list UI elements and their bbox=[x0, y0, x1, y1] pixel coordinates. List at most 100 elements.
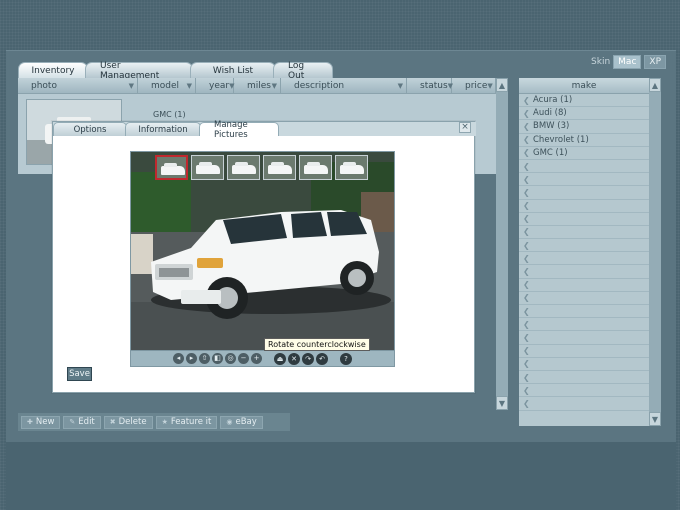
photo-thumbnail[interactable] bbox=[299, 155, 332, 180]
save-button[interactable]: Save bbox=[67, 367, 92, 381]
photo-thumbnail[interactable] bbox=[155, 155, 188, 180]
photo-thumbnail[interactable] bbox=[227, 155, 260, 180]
ebay-button[interactable]: ◉ eBay bbox=[220, 415, 263, 429]
chevron-left-icon: ❮ bbox=[523, 346, 530, 356]
scroll-up-icon[interactable]: ▲ bbox=[496, 78, 508, 92]
col-miles[interactable]: miles ▼ bbox=[234, 78, 281, 93]
list-item: ❮ bbox=[519, 213, 649, 226]
tab-wish-list[interactable]: Wish List bbox=[190, 62, 276, 78]
zoom-out-icon[interactable]: − bbox=[238, 353, 249, 364]
make-scrollbar[interactable]: ▲ ▼ bbox=[649, 78, 661, 426]
list-item: ❮ bbox=[519, 200, 649, 213]
list-item: ❮ bbox=[519, 265, 649, 279]
zoom-in-icon[interactable]: + bbox=[251, 353, 262, 364]
star-icon: ★ bbox=[161, 418, 168, 426]
photo-thumbnail[interactable] bbox=[263, 155, 296, 180]
sort-icon: ▼ bbox=[397, 81, 403, 90]
chevron-left-icon: ❮ bbox=[523, 359, 530, 369]
chevron-left-icon: ❮ bbox=[523, 135, 530, 145]
col-price[interactable]: price ▼ bbox=[452, 78, 496, 93]
pencil-icon: ✎ bbox=[69, 418, 76, 426]
list-item[interactable]: ❮ BMW (3) bbox=[519, 120, 649, 134]
chevron-left-icon: ❮ bbox=[523, 253, 530, 263]
picture-viewer: ◂ ▸ ⇧ ◧ ◎ − + ⏏ ✕ ↷ ↶ ? bbox=[130, 151, 395, 367]
list-item: ❮ bbox=[519, 345, 649, 358]
picture-toolbar: ◂ ▸ ⇧ ◧ ◎ − + ⏏ ✕ ↷ ↶ ? bbox=[131, 350, 394, 366]
scroll-down-icon[interactable]: ▼ bbox=[649, 412, 661, 426]
tab-manage-pictures[interactable]: Manage Pictures bbox=[199, 120, 279, 140]
list-item: ❮ bbox=[519, 318, 649, 332]
feature-button[interactable]: ★ Feature it bbox=[155, 415, 218, 429]
grid-scrollbar[interactable]: ▲ ▼ bbox=[496, 78, 508, 410]
col-photo[interactable]: photo ▼ bbox=[18, 78, 138, 93]
chevron-left-icon: ❮ bbox=[523, 108, 530, 118]
vehicle-photo bbox=[131, 152, 394, 352]
chevron-left-icon: ❮ bbox=[523, 161, 530, 171]
photo-thumbnail[interactable] bbox=[191, 155, 224, 180]
sort-icon: ▼ bbox=[487, 81, 493, 90]
skin-xp-button[interactable]: XP bbox=[644, 55, 666, 69]
help-icon[interactable]: ? bbox=[340, 352, 352, 365]
dialog-tabs: Options Information Manage Pictures bbox=[53, 120, 476, 140]
tab-information[interactable]: Information bbox=[125, 122, 201, 136]
tab-log-out[interactable]: Log Out bbox=[273, 61, 333, 81]
rotate-counterclockwise-icon[interactable]: ↶ bbox=[316, 352, 328, 365]
list-item[interactable]: ❮ Chevrolet (1) bbox=[519, 134, 649, 147]
new-button[interactable]: ✚ New bbox=[21, 415, 61, 429]
sort-icon: ▼ bbox=[271, 81, 277, 90]
col-model[interactable]: model ▼ bbox=[138, 78, 196, 93]
move-right-icon[interactable]: ▸ bbox=[186, 353, 197, 364]
delete-photo-icon[interactable]: ✕ bbox=[288, 352, 300, 365]
tab-inventory[interactable]: Inventory bbox=[18, 62, 88, 78]
chevron-left-icon: ❮ bbox=[523, 306, 530, 316]
scroll-up-icon[interactable]: ▲ bbox=[649, 78, 661, 92]
col-year[interactable]: year ▼ bbox=[196, 78, 234, 93]
chevron-left-icon: ❮ bbox=[523, 280, 530, 290]
upload-icon[interactable]: ⇧ bbox=[199, 353, 210, 364]
scroll-down-icon[interactable]: ▼ bbox=[496, 396, 508, 410]
chevron-left-icon: ❮ bbox=[523, 214, 530, 224]
list-item[interactable]: ❮ Acura (1) bbox=[519, 94, 649, 108]
list-item: ❮ bbox=[519, 279, 649, 292]
edit-button[interactable]: ✎ Edit bbox=[63, 415, 101, 429]
delete-button[interactable]: ✖ Delete bbox=[103, 415, 153, 429]
chevron-left-icon: ❮ bbox=[523, 148, 530, 158]
make-filter-list: make ❮ Acura (1) ❮ Audi (8) ❮ BMW (3) ❮ Chev… bbox=[519, 78, 649, 426]
list-item: ❮ bbox=[519, 305, 649, 319]
sort-icon: ▼ bbox=[186, 81, 192, 90]
chevron-left-icon: ❮ bbox=[523, 267, 530, 277]
tab-user-management[interactable]: User Management bbox=[85, 61, 193, 81]
col-description[interactable]: description ▼ bbox=[281, 78, 407, 93]
list-item: ❮ bbox=[519, 226, 649, 240]
list-item: ❮ bbox=[519, 397, 649, 411]
list-item[interactable]: ❮ GMC (1) bbox=[519, 147, 649, 160]
chevron-left-icon: ❮ bbox=[523, 398, 530, 408]
photo-thumbnail[interactable] bbox=[335, 155, 368, 180]
new-icon: ✚ bbox=[27, 418, 33, 426]
close-icon[interactable]: × bbox=[459, 122, 471, 133]
skin-mac-button[interactable]: Mac bbox=[613, 55, 642, 69]
chevron-left-icon: ❮ bbox=[523, 121, 530, 131]
list-item: ❮ bbox=[519, 252, 649, 266]
action-toolbar: ✚ New ✎ Edit ✖ Delete ★ Feature it ◉ eBay bbox=[18, 413, 290, 431]
move-left-icon[interactable]: ◂ bbox=[173, 353, 184, 364]
crop-icon[interactable]: ◧ bbox=[212, 353, 223, 364]
make-header: make bbox=[519, 78, 649, 94]
list-item[interactable]: ❮ Audi (8) bbox=[519, 107, 649, 121]
model-cell: GMC (1) bbox=[153, 110, 186, 119]
camera-icon[interactable]: ◎ bbox=[225, 353, 236, 364]
chevron-left-icon: ❮ bbox=[523, 187, 530, 197]
thumbnail-strip bbox=[155, 155, 368, 180]
chevron-left-icon: ❮ bbox=[523, 201, 530, 211]
rotate-clockwise-icon[interactable]: ↷ bbox=[302, 352, 314, 365]
chevron-left-icon: ❮ bbox=[523, 372, 530, 382]
tab-options[interactable]: Options bbox=[53, 122, 127, 136]
col-status[interactable]: status ▼ bbox=[407, 78, 453, 93]
eject-icon[interactable]: ⏏ bbox=[274, 352, 286, 365]
manage-pictures-dialog: Options Information Manage Pictures × ◂ … bbox=[52, 120, 476, 393]
list-item: ❮ bbox=[519, 292, 649, 305]
grid-header: photo ▼ model ▼ year ▼ miles ▼ description ▼ … bbox=[18, 78, 508, 94]
chevron-left-icon: ❮ bbox=[523, 319, 530, 329]
chevron-left-icon: ❮ bbox=[523, 95, 530, 105]
list-item: ❮ bbox=[519, 331, 649, 345]
